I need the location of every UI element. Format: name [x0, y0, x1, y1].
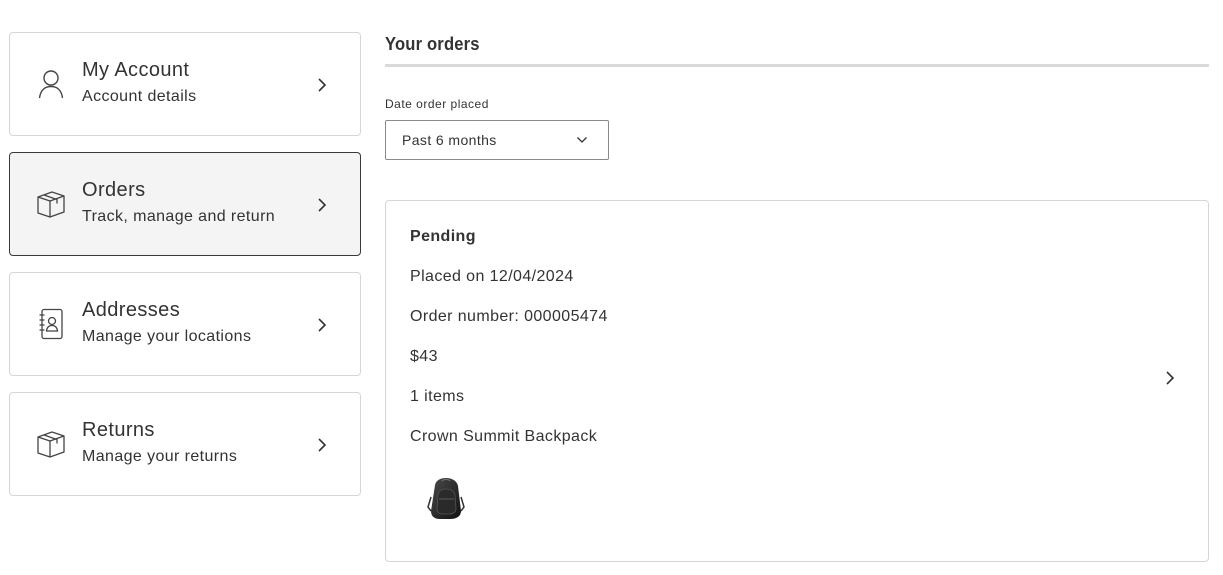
order-product-name: Crown Summit Backpack [410, 428, 598, 445]
order-total: $43 [410, 348, 438, 365]
sidebar-item-title: Orders [82, 179, 146, 201]
account-sidebar: My Account Account details Orders Track,… [9, 32, 361, 512]
backpack-image [427, 478, 465, 519]
chevron-right-icon [318, 438, 327, 452]
sidebar-item-text: Returns Manage your returns [82, 418, 237, 467]
sidebar-item-returns[interactable]: Returns Manage your returns [9, 392, 361, 496]
sidebar-item-subtitle: Track, manage and return [82, 208, 276, 225]
user-icon [36, 67, 66, 101]
sidebar-item-subtitle: Manage your locations [82, 328, 252, 345]
sidebar-item-subtitle: Manage your returns [82, 448, 238, 465]
orders-main: Your orders Date order placed Past 6 mon… [385, 30, 1209, 562]
order-status: Pending [410, 228, 476, 245]
account-orders-page: My Account Account details Orders Track,… [0, 0, 1223, 575]
sidebar-item-subtitle: Account details [82, 88, 197, 105]
chevron-down-icon [577, 137, 587, 143]
sidebar-item-text: Orders Track, manage and return [82, 178, 275, 227]
date-filter-label: Date order placed [385, 97, 489, 111]
date-filter-value: Past 6 months [402, 132, 497, 148]
sidebar-item-title: My Account [82, 59, 190, 81]
date-filter-select[interactable]: Past 6 months [385, 120, 609, 160]
order-card[interactable]: Pending Placed on 12/04/2024 Order numbe… [385, 200, 1209, 562]
box-icon [36, 427, 66, 461]
sidebar-item-orders[interactable]: Orders Track, manage and return [9, 152, 361, 256]
order-placed-date: Placed on 12/04/2024 [410, 268, 574, 285]
chevron-right-icon [318, 318, 327, 332]
address-book-icon [36, 307, 66, 341]
chevron-right-icon [318, 198, 327, 212]
order-number: Order number: 000005474 [410, 308, 608, 325]
sidebar-item-text: My Account Account details [82, 58, 197, 107]
order-items-count: 1 items [410, 388, 465, 405]
sidebar-item-title: Addresses [82, 299, 181, 321]
box-icon [36, 187, 66, 221]
title-divider [385, 64, 1209, 67]
sidebar-item-title: Returns [82, 419, 155, 441]
chevron-right-icon [1166, 371, 1175, 385]
sidebar-item-addresses[interactable]: Addresses Manage your locations [9, 272, 361, 376]
sidebar-item-my-account[interactable]: My Account Account details [9, 32, 361, 136]
chevron-right-icon [318, 78, 327, 92]
page-title: Your orders [385, 34, 480, 54]
sidebar-item-text: Addresses Manage your locations [82, 298, 251, 347]
